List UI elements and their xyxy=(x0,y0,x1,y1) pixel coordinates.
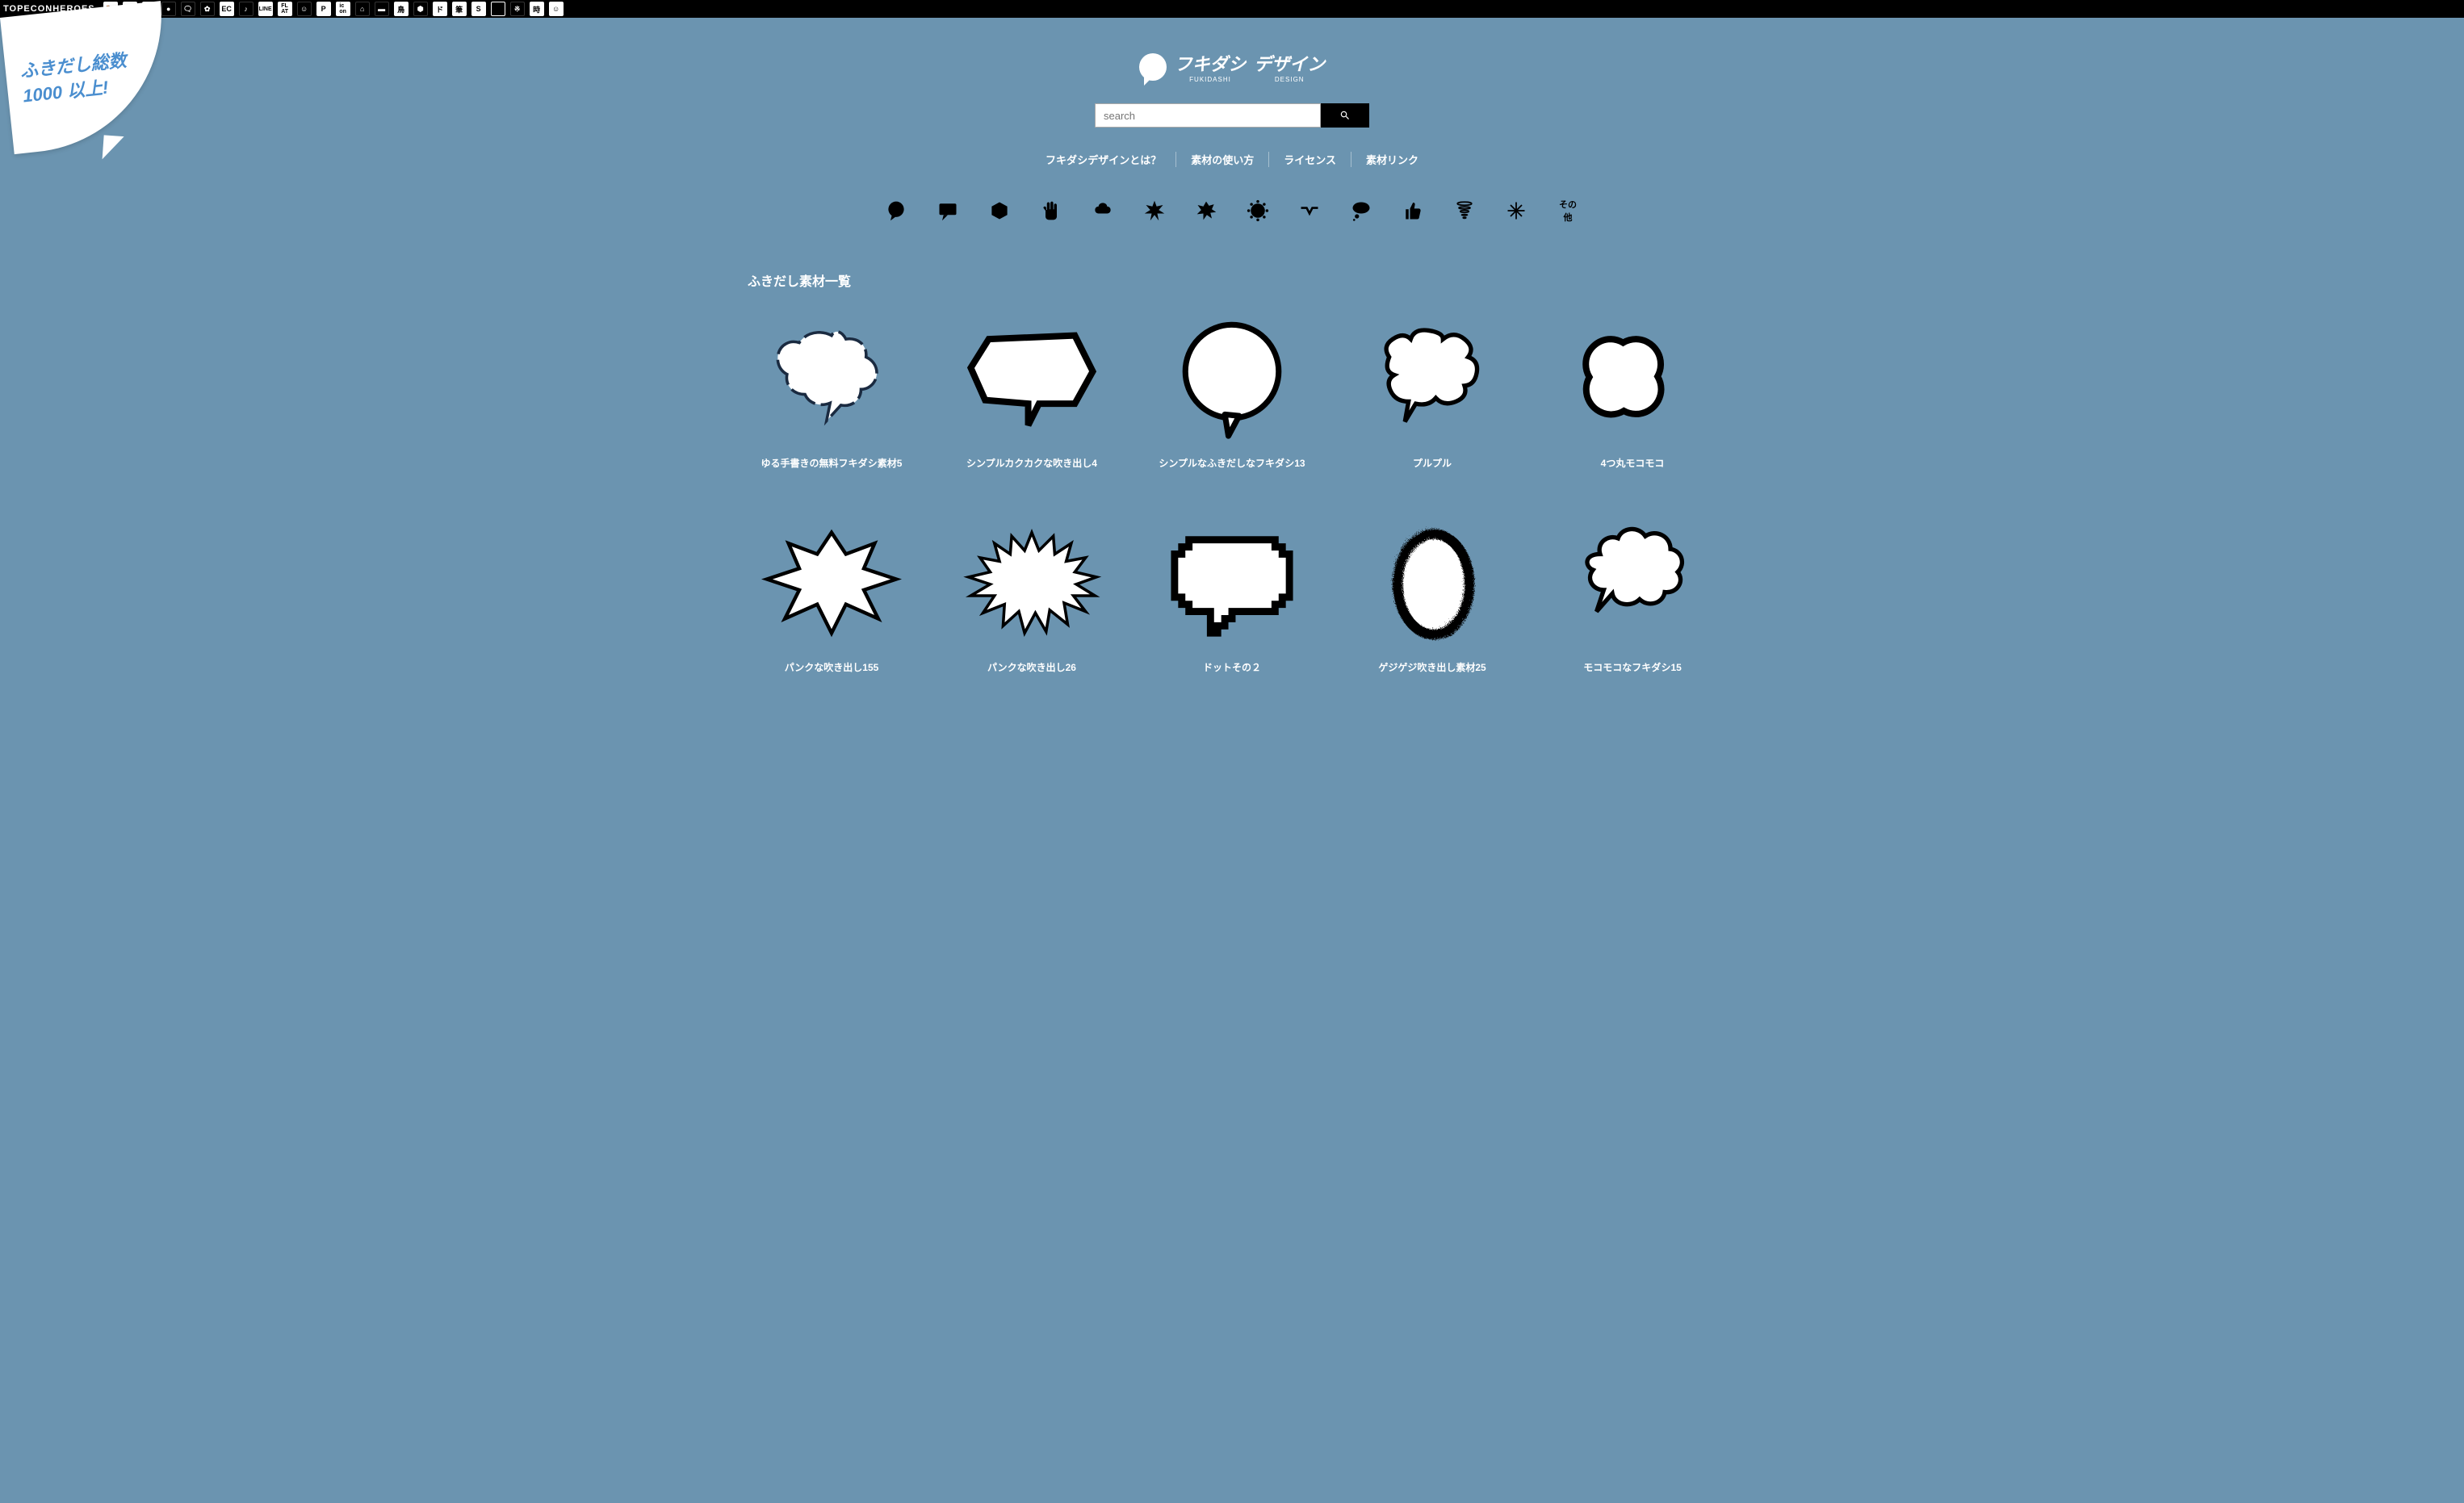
topbar-icon[interactable]: 筆 xyxy=(452,2,467,16)
bubble-thumb xyxy=(1159,314,1305,443)
bubble-thumb xyxy=(1360,518,1505,647)
bubble-item[interactable]: ゲジゲジ吹き出し素材25 xyxy=(1348,518,1516,674)
topbar-icon[interactable]: 時 xyxy=(530,2,544,16)
bubble-thumb xyxy=(1159,518,1305,647)
bubble-item[interactable]: パンクな吹き出し155 xyxy=(748,518,916,674)
topbar-icon[interactable]: ⬢ xyxy=(413,2,428,16)
search-input[interactable] xyxy=(1095,103,1321,128)
search-icon xyxy=(1339,110,1351,121)
cat-dotcircle-icon[interactable] xyxy=(1247,199,1269,222)
cat-round-icon[interactable] xyxy=(885,199,907,222)
cat-cloud-icon[interactable] xyxy=(1092,199,1114,222)
category-icons: その他 xyxy=(0,199,2464,222)
bubble-thumb xyxy=(1560,518,1705,647)
cat-bracket-icon[interactable] xyxy=(1298,199,1321,222)
topbar-icon[interactable]: ※ xyxy=(510,2,525,16)
bubble-caption: パンクな吹き出し26 xyxy=(948,660,1116,674)
item-grid: ゆる手書きの無料フキダシ素材5 シンプルカクカクな吹き出し4 シンプルなふきだし… xyxy=(715,314,1749,722)
bubble-caption: モコモコなフキダシ15 xyxy=(1548,660,1716,674)
bubble-caption: パンクな吹き出し155 xyxy=(748,660,916,674)
bubble-caption: シンプルなふきだしなフキダシ13 xyxy=(1148,456,1316,470)
topbar-icon[interactable]: FLAT xyxy=(278,2,292,16)
search-bar xyxy=(0,103,2464,128)
topbar-icon[interactable]: ● xyxy=(161,2,176,16)
bubble-caption: プルプル xyxy=(1348,456,1516,470)
bubble-thumb xyxy=(1360,314,1505,443)
topbar: TopeconHeroes 🐎 ▢ Y ● 🗨 ✿ EC ♪ LINE FLAT… xyxy=(0,0,2464,18)
topbar-icon[interactable]: ☺ xyxy=(297,2,312,16)
bubble-item[interactable]: プルプル xyxy=(1348,314,1516,470)
cat-thumb-icon[interactable] xyxy=(1402,199,1424,222)
bubble-item[interactable]: モコモコなフキダシ15 xyxy=(1548,518,1716,674)
cat-poly-icon[interactable] xyxy=(988,199,1011,222)
topbar-icon[interactable]: 🗨 xyxy=(181,2,195,16)
logo-word-1: フキダシ xyxy=(1175,54,1246,74)
topbar-icon[interactable]: ☺ xyxy=(549,2,564,16)
logo-sub-1: FUKIDASHI xyxy=(1175,76,1246,83)
topbar-icon[interactable]: S xyxy=(471,2,486,16)
nav-links-page[interactable]: 素材リンク xyxy=(1351,152,1433,167)
logo-mark-icon xyxy=(1139,53,1167,81)
bubble-item[interactable]: シンプルなふきだしなフキダシ13 xyxy=(1148,314,1316,470)
bubble-item[interactable]: 4つ丸モコモコ xyxy=(1548,314,1716,470)
logo-sub-2: DESIGN xyxy=(1254,76,1325,83)
nav-howto[interactable]: 素材の使い方 xyxy=(1176,152,1269,167)
bubble-thumb xyxy=(759,518,904,647)
bubble-item[interactable]: ドットその２ xyxy=(1148,518,1316,674)
nav-links: フキダシデザインとは？ 素材の使い方 ライセンス 素材リンク xyxy=(0,152,2464,167)
bubble-caption: シンプルカクカクな吹き出し4 xyxy=(948,456,1116,470)
nav-license[interactable]: ライセンス xyxy=(1269,152,1351,167)
bubble-thumb xyxy=(759,314,904,443)
bubble-item[interactable]: パンクな吹き出し26 xyxy=(948,518,1116,674)
topbar-icon-active[interactable]: ▦ xyxy=(491,2,505,16)
topbar-icon[interactable]: P xyxy=(316,2,331,16)
cat-think-icon[interactable] xyxy=(1350,199,1372,222)
cat-star-icon[interactable] xyxy=(1505,199,1527,222)
topbar-icon[interactable]: ✿ xyxy=(200,2,215,16)
bubble-thumb xyxy=(959,314,1104,443)
topbar-icon[interactable]: LINE xyxy=(258,2,273,16)
bubble-thumb xyxy=(1560,314,1705,443)
topbar-icon[interactable]: ▬ xyxy=(375,2,389,16)
bubble-caption: ゲジゲジ吹き出し素材25 xyxy=(1348,660,1516,674)
cat-hand-icon[interactable] xyxy=(1040,199,1062,222)
logo-word-2: デザイン xyxy=(1254,54,1325,74)
topbar-icon[interactable]: ⌂ xyxy=(355,2,370,16)
topbar-icon[interactable]: EC xyxy=(220,2,234,16)
bubble-caption: ゆる手書きの無料フキダシ素材5 xyxy=(748,456,916,470)
cat-burst2-icon[interactable] xyxy=(1195,199,1217,222)
bubble-item[interactable]: シンプルカクカクな吹き出し4 xyxy=(948,314,1116,470)
nav-about[interactable]: フキダシデザインとは？ xyxy=(1031,152,1176,167)
bubble-thumb xyxy=(959,518,1104,647)
cat-tornado-icon[interactable] xyxy=(1453,199,1476,222)
site-logo[interactable]: フキダシ FUKIDASHI デザイン DESIGN xyxy=(0,50,2464,83)
cat-rect-icon[interactable] xyxy=(937,199,959,222)
topbar-icon[interactable]: icon xyxy=(336,2,350,16)
bubble-caption: ドットその２ xyxy=(1148,660,1316,674)
cat-burst-icon[interactable] xyxy=(1143,199,1166,222)
bubble-caption: 4つ丸モコモコ xyxy=(1548,456,1716,470)
topbar-icon[interactable]: ♪ xyxy=(239,2,254,16)
section-title: ふきだし素材一覧 xyxy=(715,270,1749,290)
cat-other[interactable]: その他 xyxy=(1557,199,1579,222)
header: フキダシ FUKIDASHI デザイン DESIGN フキダシデザインとは？ 素… xyxy=(0,18,2464,222)
topbar-icon[interactable]: ド xyxy=(433,2,447,16)
search-button[interactable] xyxy=(1321,103,1369,128)
topbar-icon[interactable]: 鳥 xyxy=(394,2,409,16)
bubble-item[interactable]: ゆる手書きの無料フキダシ素材5 xyxy=(748,314,916,470)
